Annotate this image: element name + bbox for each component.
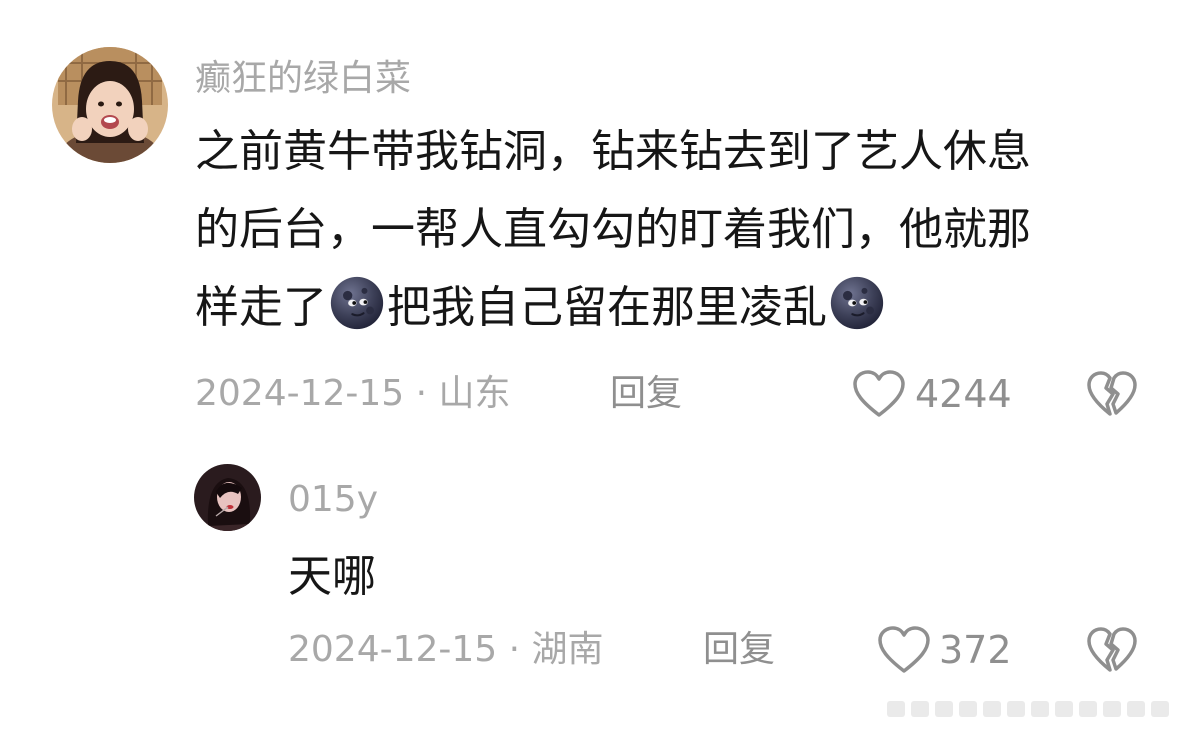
reply-meta: 2024-12-15 · 湖南	[288, 629, 604, 670]
avatar[interactable]	[52, 47, 168, 163]
comment-line-text: 样走了	[195, 282, 327, 333]
reply-button[interactable]: 回复	[703, 628, 775, 672]
like-count: 4244	[915, 372, 1012, 416]
watermark	[887, 695, 1187, 721]
heart-outline-icon[interactable]	[852, 369, 906, 419]
reply-button[interactable]: 回复	[610, 372, 682, 416]
new-moon-face-emoji	[329, 275, 385, 331]
heart-outline-icon[interactable]	[877, 625, 931, 675]
avatar[interactable]	[194, 464, 261, 531]
comment-line: 的后台，一帮人直勾勾的盯着我们，他就那	[195, 191, 1031, 269]
username[interactable]: 癫狂的绿白菜	[195, 57, 411, 101]
broken-heart-icon[interactable]	[1086, 626, 1138, 674]
username[interactable]: 015y	[288, 478, 378, 522]
comment-line: 样走了 把我自己留在那里凌乱	[195, 269, 1031, 347]
comment-meta: 2024-12-15 · 山东	[195, 373, 511, 414]
comment-text: 之前黄牛带我钻洞，钻来钻去到了艺人休息 的后台，一帮人直勾勾的盯着我们，他就那 …	[195, 113, 1031, 347]
new-moon-face-emoji	[829, 275, 885, 331]
like-count: 372	[939, 628, 1012, 672]
broken-heart-icon[interactable]	[1086, 370, 1138, 418]
reply-text: 天哪	[288, 551, 376, 602]
comment-line-text: 的后台，一帮人直勾勾的盯着我们，他就那	[195, 204, 1031, 255]
comment-line-text: 把我自己留在那里凌乱	[387, 282, 827, 333]
comment-line: 之前黄牛带我钻洞，钻来钻去到了艺人休息	[195, 126, 1031, 177]
